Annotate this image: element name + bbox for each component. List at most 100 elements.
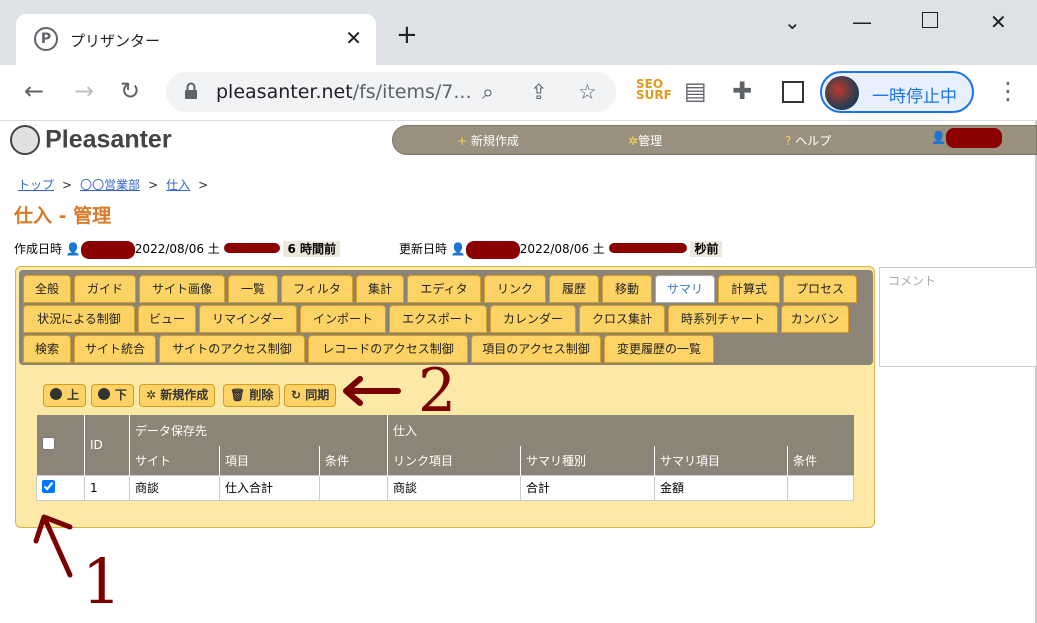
cell-id: 1	[84, 474, 130, 501]
reload-icon[interactable]: ↻	[120, 77, 140, 105]
tab-timeseries[interactable]: 時系列チャート	[668, 305, 778, 333]
back-icon[interactable]: ←	[24, 77, 44, 105]
col-condition-2[interactable]: 条件	[787, 446, 854, 475]
forward-icon[interactable]: →	[74, 77, 94, 105]
table-row[interactable]: 1 商談 仕入合計 商談 合計 金額	[36, 474, 854, 501]
new-button[interactable]: ✲ 新規作成	[139, 384, 216, 407]
address-bar[interactable]: pleasanter.net/fs/items/7... ⌕ ⇪ ☆	[166, 72, 616, 112]
col-link-item[interactable]: リンク項目	[387, 446, 521, 475]
zoom-icon[interactable]: ⌕	[482, 80, 494, 105]
notes-extension-icon[interactable]: ▤	[684, 77, 707, 105]
tab-link[interactable]: リンク	[484, 275, 546, 303]
page-title: 仕入 - 管理	[14, 205, 112, 227]
bookmark-star-icon[interactable]: ☆	[578, 80, 597, 104]
extensions-puzzle-icon[interactable]: ✚	[732, 77, 752, 105]
tab-column-access[interactable]: 項目のアクセス制御	[471, 335, 601, 363]
tab-calendar[interactable]: カレンダー	[490, 305, 576, 333]
window-close-icon[interactable]: ✕	[990, 10, 1007, 34]
settings-tabs: 全般 ガイド サイト画像 一覧 フィルタ 集計 エディタ リンク 履歴 移動 サ…	[19, 270, 873, 365]
tab-history[interactable]: 履歴	[549, 275, 599, 303]
annotation-2: 2	[418, 356, 457, 426]
avatar	[825, 76, 859, 110]
group-source: 仕入	[387, 415, 854, 446]
breadcrumb-dept[interactable]: 〇〇営業部	[80, 178, 140, 192]
tab-site-integration[interactable]: サイト統合	[74, 335, 156, 363]
tab-editor[interactable]: エディタ	[407, 275, 481, 303]
nav-user[interactable]: 👤	[931, 128, 1002, 148]
tab-site-image[interactable]: サイト画像	[139, 275, 225, 303]
close-tab-icon[interactable]: ✕	[345, 26, 362, 50]
menu-kebab-icon[interactable]: ⋮	[996, 77, 1020, 105]
col-condition[interactable]: 条件	[319, 446, 388, 475]
tab-aggregate[interactable]: 集計	[356, 275, 404, 303]
maximize-icon[interactable]	[922, 12, 938, 28]
breadcrumb: トップ > 〇〇営業部 > 仕入 >	[18, 178, 209, 192]
tab-search-icon[interactable]: ⌄	[784, 10, 801, 34]
minimize-icon[interactable]: —	[852, 10, 872, 34]
tab-filter[interactable]: フィルタ	[281, 275, 353, 303]
delete-button[interactable]: 🗑 削除	[223, 384, 281, 407]
sync-button[interactable]: ↻ 同期	[284, 384, 337, 407]
col-summary-item[interactable]: サマリ項目	[654, 446, 788, 475]
seo-extension-icon[interactable]: SEO SURF	[636, 78, 672, 101]
cell-condition-2	[787, 474, 854, 501]
profile-label: 一時停止中	[872, 87, 957, 107]
tab-export[interactable]: エクスポート	[389, 305, 487, 333]
breadcrumb-purchase[interactable]: 仕入	[166, 178, 190, 192]
tab-import[interactable]: インポート	[300, 305, 386, 333]
cell-summary-item: 金額	[654, 474, 788, 501]
share-icon[interactable]: ⇪	[530, 80, 548, 104]
select-all-checkbox[interactable]	[41, 436, 55, 450]
profile-button[interactable]: 一時停止中	[820, 71, 974, 113]
comment-box[interactable]: コメント	[879, 267, 1037, 367]
pleasanter-logo-icon	[10, 125, 40, 155]
tab-process[interactable]: プロセス	[783, 275, 857, 303]
col-summary-type[interactable]: サマリ種別	[520, 446, 655, 475]
col-site[interactable]: サイト	[129, 446, 220, 475]
move-up-button[interactable]: 上	[43, 384, 87, 407]
tab-kanban[interactable]: カンバン	[781, 305, 849, 333]
nav-help[interactable]: ? ヘルプ	[785, 132, 831, 149]
arrow-left-annotation-icon	[343, 376, 401, 406]
pleasanter-favicon-icon: P	[34, 27, 58, 51]
tab-move[interactable]: 移動	[602, 275, 652, 303]
tab-reminder[interactable]: リマインダー	[199, 305, 297, 333]
nav-new[interactable]: + 新規作成	[457, 132, 519, 149]
tab-general[interactable]: 全般	[23, 275, 71, 303]
tab-view[interactable]: ビュー	[138, 305, 196, 333]
move-down-button[interactable]: 下	[91, 384, 135, 407]
tab-formula[interactable]: 計算式	[718, 275, 780, 303]
tab-guide[interactable]: ガイド	[74, 275, 136, 303]
annotation-1: 1	[82, 545, 122, 618]
tab-summary[interactable]: サマリ	[655, 275, 715, 303]
url-text[interactable]: pleasanter.net/fs/items/7...	[216, 81, 472, 103]
top-nav: + 新規作成 ✲管理 ? ヘルプ 👤	[392, 125, 1037, 155]
browser-tab[interactable]: P プリザンター ✕	[16, 14, 376, 65]
tab-site-access[interactable]: サイトのアクセス制御	[159, 335, 305, 363]
tab-list[interactable]: 一覧	[228, 275, 278, 303]
cell-site: 商談	[129, 474, 220, 501]
tab-status-control[interactable]: 状況による制御	[23, 305, 135, 333]
side-panel-icon[interactable]	[782, 81, 804, 103]
tab-title: プリザンター	[70, 32, 161, 50]
gear-icon: ✲	[146, 388, 161, 402]
tab-crosstab[interactable]: クロス集計	[579, 305, 665, 333]
circle-down-icon	[98, 388, 110, 400]
select-all-cell	[36, 415, 85, 475]
new-tab-icon[interactable]: +	[396, 22, 418, 48]
tab-search[interactable]: 検索	[23, 335, 71, 363]
tab-change-history[interactable]: 変更履歴の一覧	[604, 335, 714, 363]
row-select-cell	[36, 474, 85, 501]
row-checkbox[interactable]	[42, 479, 55, 493]
browser-toolbar: ← → ↻ pleasanter.net/fs/items/7... ⌕ ⇪ ☆…	[0, 65, 1037, 121]
browser-tabstrip: P プリザンター ✕ + ⌄ — ✕	[0, 0, 1037, 65]
col-item[interactable]: 項目	[219, 446, 320, 475]
col-id[interactable]: ID	[84, 415, 130, 475]
nav-manage[interactable]: ✲管理	[628, 132, 662, 149]
breadcrumb-top[interactable]: トップ	[18, 178, 54, 192]
circle-up-icon	[50, 388, 62, 400]
cell-item: 仕入合計	[219, 474, 320, 501]
cell-condition	[319, 474, 388, 501]
cell-summary-type: 合計	[520, 474, 655, 501]
app-logo[interactable]: Pleasanter	[10, 125, 172, 155]
